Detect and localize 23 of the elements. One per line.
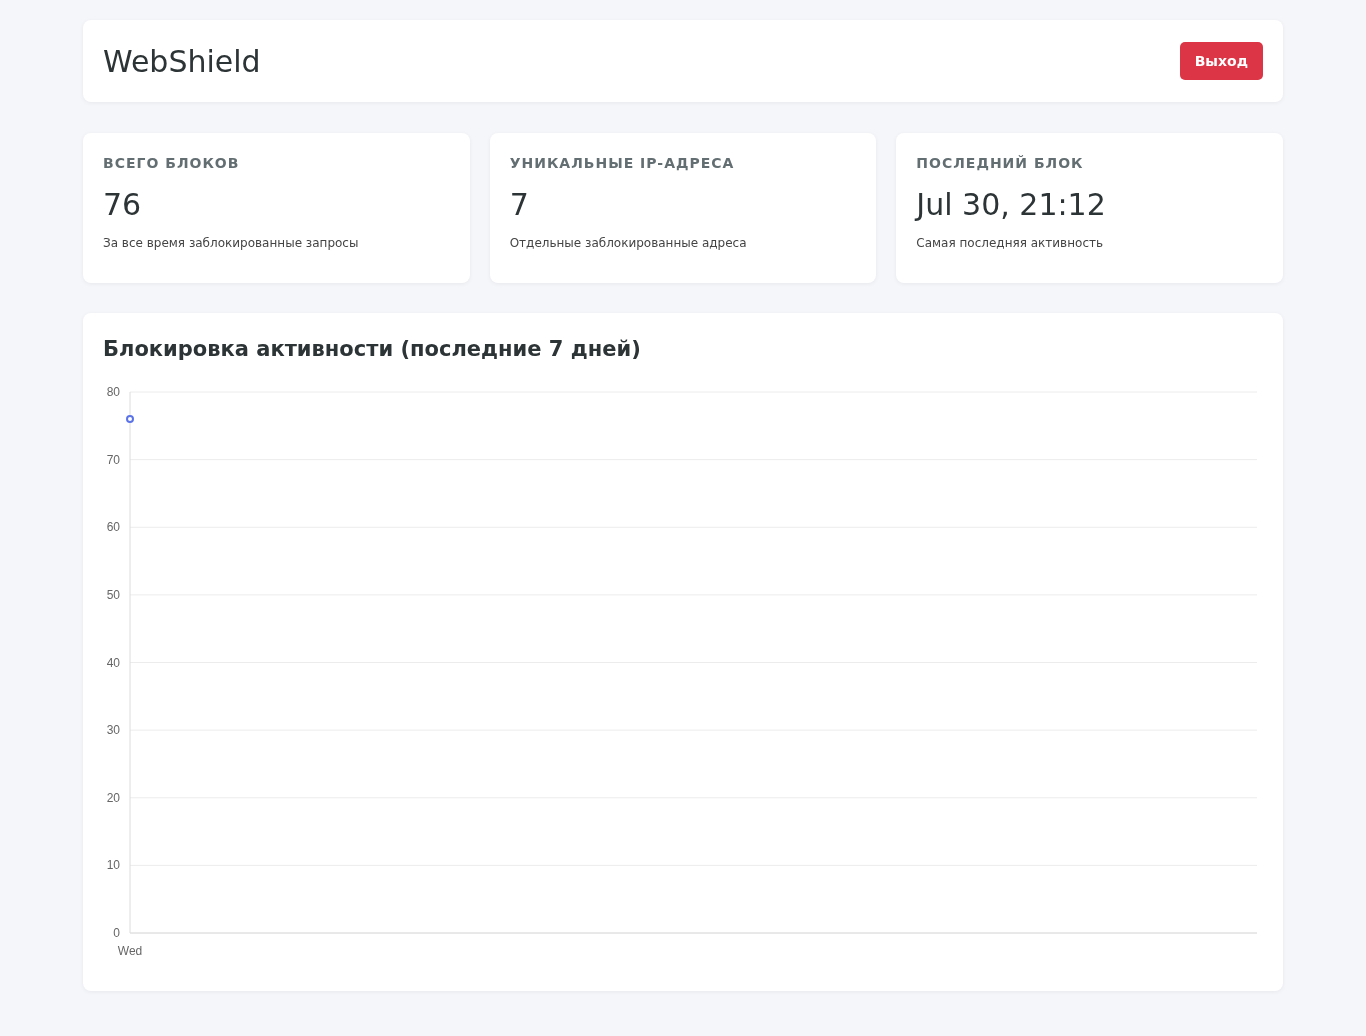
y-tick-label: 40 xyxy=(106,655,120,670)
logout-button[interactable]: Выход xyxy=(1179,42,1263,80)
stat-value: 76 xyxy=(103,187,143,222)
stat-value: 7 xyxy=(509,187,530,222)
y-tick-label: 70 xyxy=(106,452,120,467)
y-tick-label: 0 xyxy=(113,926,120,940)
stat-label: ПОСЛЕДНИЙ БЛОК xyxy=(916,155,1085,171)
x-tick-label: Wed xyxy=(117,944,143,958)
y-tick-label: 80 xyxy=(106,385,120,399)
stat-label: УНИКАЛЬНЫЕ IP-АДРЕСА xyxy=(509,155,736,171)
stat-value: Jul 30, 21:12 xyxy=(916,187,1107,222)
y-tick-label: 60 xyxy=(106,520,120,535)
stat-description: За все время заблокированные запросы xyxy=(103,236,360,250)
chart-title: Блокировка активности (последние 7 дней) xyxy=(103,337,642,361)
app-title: WebShield xyxy=(103,43,261,79)
stat-description: Самая последняя активность xyxy=(916,236,1105,250)
y-tick-label: 10 xyxy=(106,858,120,873)
y-tick-label: 50 xyxy=(106,587,120,602)
y-tick-label: 20 xyxy=(106,790,120,805)
y-tick-label: 30 xyxy=(106,723,120,738)
stat-description: Отдельные заблокированные адреса xyxy=(509,236,748,250)
data-point xyxy=(126,415,134,424)
stat-label: ВСЕГО БЛОКОВ xyxy=(103,155,241,171)
